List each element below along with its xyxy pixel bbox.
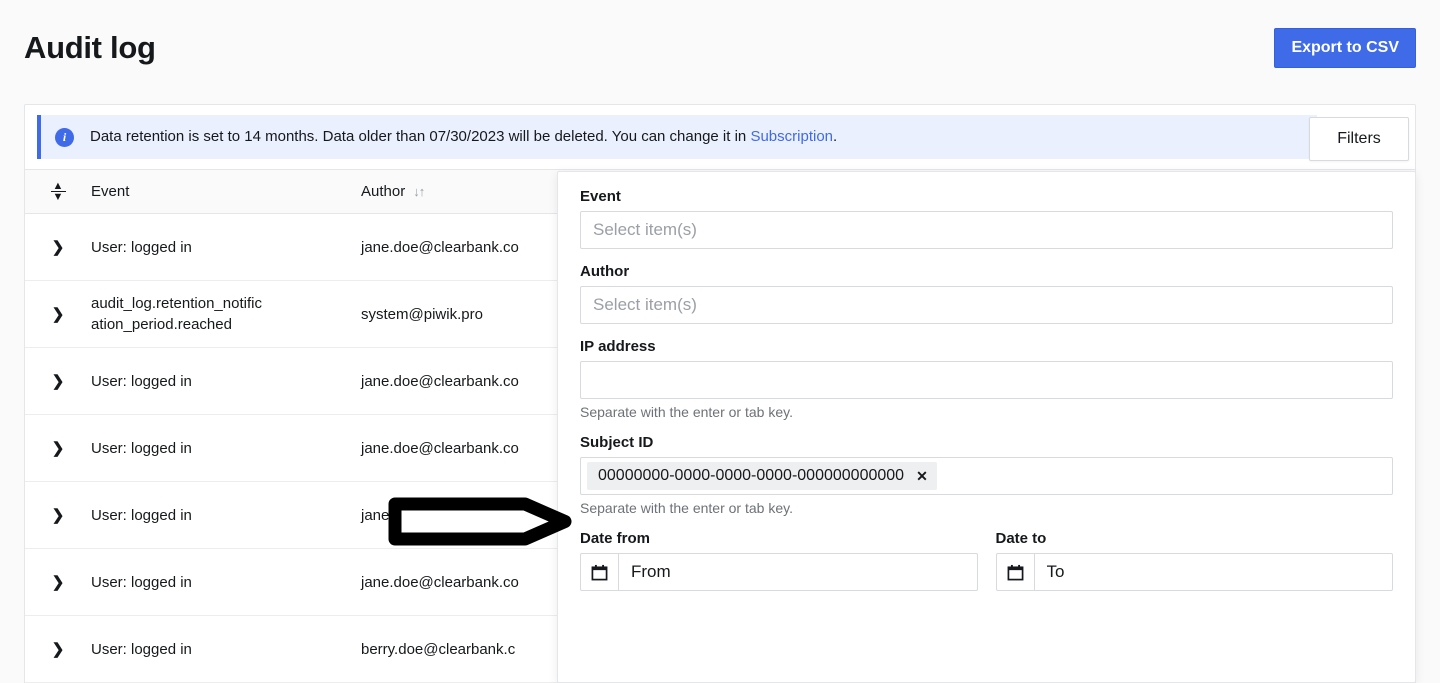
filter-date-range: Date from Date to [580, 530, 1393, 591]
close-icon[interactable]: ✕ [916, 469, 928, 483]
row-event: User: logged in [91, 238, 192, 256]
filters-button[interactable]: Filters [1309, 117, 1409, 161]
row-event: audit_log.retention_notific ation_period… [91, 295, 262, 333]
filter-field-author: Author [580, 263, 1393, 324]
banner-text: Data retention is set to 14 months. Data… [90, 127, 837, 147]
subscription-link[interactable]: Subscription [750, 128, 833, 145]
filters-panel: Event Author IP address Separate with th… [557, 171, 1416, 683]
sort-arrows-icon[interactable]: ↓↑ [413, 184, 425, 199]
filter-label-date-to: Date to [995, 530, 1047, 547]
row-event: User: logged in [91, 506, 192, 524]
chevron-right-icon[interactable]: ❯ [52, 642, 65, 657]
filter-input-ip-address[interactable] [580, 361, 1393, 399]
page-header: Audit log Export to CSV [0, 0, 1440, 96]
filter-input-date-to[interactable] [1034, 554, 1392, 590]
subject-id-chip-label: 00000000-0000-0000-0000-000000000000 [598, 467, 905, 484]
page-title: Audit log [24, 30, 156, 65]
filter-input-author[interactable] [580, 286, 1393, 324]
calendar-icon[interactable] [997, 554, 1035, 590]
filter-input-subject-id[interactable]: 00000000-0000-0000-0000-000000000000 ✕ [580, 457, 1393, 495]
chevron-right-icon[interactable]: ❯ [52, 508, 65, 523]
row-event: User: logged in [91, 573, 192, 591]
expand-collapse-icon[interactable]: ▲ ▼ [50, 181, 66, 202]
filter-label-subject-id: Subject ID [580, 434, 654, 451]
row-expand-cell[interactable]: ❯ [25, 307, 91, 322]
filter-label-author: Author [580, 263, 630, 280]
chevron-right-icon[interactable]: ❯ [52, 374, 65, 389]
filter-input-date-from[interactable] [619, 554, 977, 590]
calendar-icon[interactable] [581, 554, 619, 590]
chevron-right-icon[interactable]: ❯ [52, 240, 65, 255]
filter-helper-ip-address: Separate with the enter or tab key. [580, 404, 793, 420]
expand-all-cell[interactable]: ▲ ▼ [25, 181, 91, 202]
chevron-right-icon[interactable]: ❯ [52, 575, 65, 590]
filter-field-subject-id: Subject ID 00000000-0000-0000-0000-00000… [580, 434, 1393, 516]
row-expand-cell[interactable]: ❯ [25, 240, 91, 255]
row-expand-cell[interactable]: ❯ [25, 508, 91, 523]
row-event: User: logged in [91, 372, 192, 390]
row-event: User: logged in [91, 439, 192, 457]
filter-field-date-to: Date to [995, 530, 1393, 591]
export-to-csv-button[interactable]: Export to CSV [1274, 28, 1416, 68]
retention-notice-banner: i Data retention is set to 14 months. Da… [37, 115, 1317, 159]
row-expand-cell[interactable]: ❯ [25, 642, 91, 657]
column-header-event-label: Event [91, 183, 130, 200]
filter-helper-subject-id: Separate with the enter or tab key. [580, 500, 793, 516]
info-icon: i [55, 127, 74, 147]
filter-field-ip-address: IP address Separate with the enter or ta… [580, 338, 1393, 420]
row-expand-cell[interactable]: ❯ [25, 575, 91, 590]
column-header-event[interactable]: Event [91, 183, 361, 200]
column-header-author-label: Author [361, 183, 406, 200]
banner-text-before: Data retention is set to 14 months. Data… [90, 128, 751, 145]
chevron-right-icon[interactable]: ❯ [52, 441, 65, 456]
audit-log-page: Audit log Export to CSV i Data retention… [0, 0, 1440, 683]
row-expand-cell[interactable]: ❯ [25, 441, 91, 456]
row-event: User: logged in [91, 640, 192, 658]
filter-label-event: Event [580, 188, 621, 205]
subject-id-chip: 00000000-0000-0000-0000-000000000000 ✕ [587, 462, 937, 490]
filter-field-date-from: Date from [580, 530, 978, 591]
filter-input-event[interactable] [580, 211, 1393, 249]
panel-caret [1351, 172, 1375, 183]
row-expand-cell[interactable]: ❯ [25, 374, 91, 389]
filter-label-date-from: Date from [580, 530, 651, 547]
filter-label-ip-address: IP address [580, 338, 656, 355]
filter-field-event: Event [580, 188, 1393, 249]
banner-text-after: . [833, 128, 838, 145]
chevron-right-icon[interactable]: ❯ [52, 307, 65, 322]
